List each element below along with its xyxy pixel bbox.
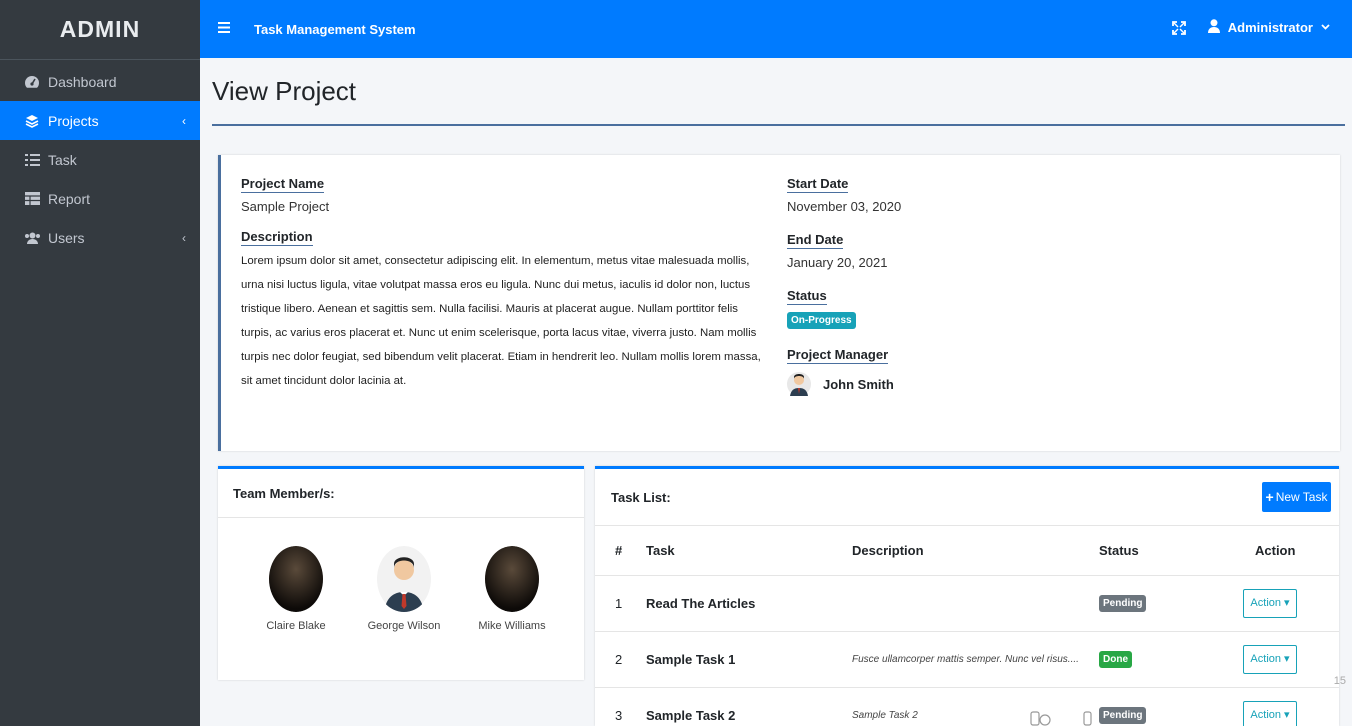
member-name: Mike Williams xyxy=(478,620,546,632)
sidebar-item-task[interactable]: Task xyxy=(0,140,200,179)
table-icon xyxy=(22,191,42,207)
sidebar-item-projects[interactable]: Projects ‹ xyxy=(0,101,200,140)
system-title[interactable]: Task Management System xyxy=(254,22,416,37)
tachometer-icon xyxy=(22,74,42,90)
chevron-down-icon xyxy=(1321,22,1330,33)
avatar xyxy=(787,370,811,398)
row-task: Read The Articles xyxy=(646,575,852,632)
copy-icon xyxy=(1030,711,1051,726)
status-badge: Pending xyxy=(1099,595,1147,612)
end-date-label: End Date xyxy=(787,232,844,249)
sidebar-item-label: Task xyxy=(48,151,77,168)
member-item[interactable]: Claire Blake xyxy=(251,546,341,632)
chevron-left-icon: ‹ xyxy=(182,113,186,128)
status-label: Status xyxy=(787,288,827,305)
col-header-num: # xyxy=(595,526,646,576)
table-row: 1 Read The Articles Pending Action ▾ xyxy=(595,575,1339,632)
task-list-title: Task List: xyxy=(611,489,671,505)
row-description xyxy=(852,575,1099,632)
page-number: 15 xyxy=(1333,675,1346,687)
task-list-card: Task List: + New Task # Task Description… xyxy=(595,466,1339,726)
brand-logo[interactable]: ADMIN xyxy=(0,0,200,60)
top-navbar: Task Management System Administrator xyxy=(200,0,1352,58)
project-manager-label: Project Manager xyxy=(787,347,889,364)
task-table: # Task Description Status Action 1 Read … xyxy=(595,526,1339,726)
avatar xyxy=(376,546,432,612)
col-header-description: Description xyxy=(852,526,1099,576)
description-label: Description xyxy=(241,229,313,246)
fullscreen-icon[interactable] xyxy=(1172,21,1186,35)
table-row: 2 Sample Task 1 Fusce ullamcorper mattis… xyxy=(595,631,1339,688)
sidebar-item-users[interactable]: Users ‹ xyxy=(0,218,200,257)
sidebar-item-label: Dashboard xyxy=(48,73,117,90)
member-name: George Wilson xyxy=(367,620,441,632)
description-value: Lorem ipsum dolor sit amet, consectetur … xyxy=(241,255,761,387)
status-badge: Pending xyxy=(1099,707,1147,724)
member-name: Claire Blake xyxy=(266,620,326,632)
overlay-icons xyxy=(1030,710,1092,726)
members-list: Claire Blake George Wilson Mike Williams xyxy=(218,518,584,632)
sidebar: ADMIN Dashboard Projects ‹ Task Report U… xyxy=(0,0,200,726)
row-num: 1 xyxy=(595,575,646,632)
action-dropdown-button[interactable]: Action ▾ xyxy=(1243,588,1297,618)
sidebar-item-label: Report xyxy=(48,190,91,207)
member-item[interactable]: George Wilson xyxy=(359,546,449,632)
start-date-label: Start Date xyxy=(787,176,849,193)
sidebar-nav: Dashboard Projects ‹ Task Report Users ‹ xyxy=(0,60,200,257)
team-members-title: Team Member/s: xyxy=(218,469,584,518)
project-name-label: Project Name xyxy=(241,176,325,193)
row-task: Sample Task 2 xyxy=(646,687,852,726)
table-row: 3 Sample Task 2 Sample Task 2 Pending Ac… xyxy=(595,687,1339,726)
col-header-status: Status xyxy=(1099,526,1223,576)
project-name-value: Sample Project xyxy=(241,199,330,214)
project-info-right: Start Date November 03, 2020 End Date Ja… xyxy=(787,175,1087,415)
project-details-card: Project Name Sample Project Description … xyxy=(218,155,1340,451)
sidebar-item-label: Projects xyxy=(48,112,99,129)
sidebar-item-dashboard[interactable]: Dashboard xyxy=(0,62,200,101)
new-task-label: New Task xyxy=(1275,490,1328,504)
row-num: 3 xyxy=(595,687,646,726)
team-members-card: Team Member/s: Claire Blake George Wilso… xyxy=(218,466,584,680)
hamburger-menu-icon[interactable] xyxy=(218,20,232,38)
user-name: Administrator xyxy=(1227,20,1313,35)
plus-icon: + xyxy=(1265,489,1274,505)
user-icon xyxy=(1207,19,1220,36)
status-badge: On-Progress xyxy=(787,312,856,329)
page-title: View Project xyxy=(212,76,357,106)
status-badge: Done xyxy=(1099,651,1132,668)
row-num: 2 xyxy=(595,631,646,688)
avatar xyxy=(268,546,324,612)
end-date-value: January 20, 2021 xyxy=(787,255,888,270)
action-label: Action xyxy=(1250,652,1281,665)
table-header-row: # Task Description Status Action xyxy=(595,526,1339,576)
row-task: Sample Task 1 xyxy=(646,631,852,688)
user-dropdown[interactable]: Administrator xyxy=(1207,19,1330,36)
phone-icon xyxy=(1083,711,1092,726)
col-header-action: Action xyxy=(1223,526,1339,576)
start-date-value: November 03, 2020 xyxy=(787,199,902,214)
sidebar-item-report[interactable]: Report xyxy=(0,179,200,218)
member-item[interactable]: Mike Williams xyxy=(467,546,557,632)
chevron-left-icon: ‹ xyxy=(182,230,186,245)
action-dropdown-button[interactable]: Action ▾ xyxy=(1243,644,1297,674)
sidebar-item-label: Users xyxy=(48,229,85,246)
list-icon xyxy=(22,152,42,168)
layers-icon xyxy=(22,113,42,129)
avatar xyxy=(484,546,540,612)
project-info-left: Project Name Sample Project Description … xyxy=(241,175,771,393)
action-label: Action xyxy=(1250,596,1281,609)
row-description: Fusce ullamcorper mattis semper. Nunc ve… xyxy=(852,631,1099,688)
users-icon xyxy=(22,230,42,246)
new-task-button[interactable]: + New Task xyxy=(1262,482,1331,512)
action-dropdown-button[interactable]: Action ▾ xyxy=(1243,700,1297,726)
col-header-task: Task xyxy=(646,526,852,576)
divider xyxy=(212,124,1345,126)
project-manager-name: John Smith xyxy=(823,376,894,392)
action-label: Action xyxy=(1250,708,1281,721)
